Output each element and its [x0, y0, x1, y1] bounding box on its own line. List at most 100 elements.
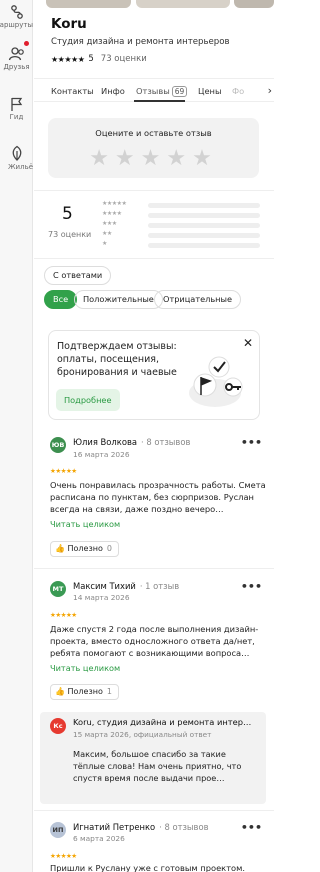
- filter-with-answers[interactable]: С ответами: [44, 266, 112, 285]
- tab-photos[interactable]: Фо: [232, 86, 244, 96]
- rating-count: 73 оценки: [100, 54, 147, 64]
- more-options-icon[interactable]: •••: [241, 436, 262, 449]
- review-text: Очень понравилась прозрачность работы. С…: [50, 480, 266, 514]
- distribution-bar: [148, 203, 260, 208]
- divider: [34, 258, 274, 259]
- reviewer-meta: · 1 отзыв: [139, 581, 180, 591]
- rating-value: 5: [88, 54, 94, 64]
- divider: [34, 190, 274, 191]
- read-more-link[interactable]: Читать целиком: [50, 663, 120, 673]
- review-stars: ★★★★★: [50, 467, 77, 475]
- reviewer-meta: · 8 отзывов: [159, 822, 209, 832]
- tab-prices[interactable]: Цены: [198, 86, 222, 96]
- distribution-stars: ★★★★★: [102, 200, 127, 207]
- distribution-stars: ★★: [102, 230, 112, 237]
- tab-reviews[interactable]: Отзывы 69: [136, 86, 188, 97]
- distribution-stars: ★: [102, 240, 107, 247]
- tab-contacts[interactable]: Контакты: [51, 86, 94, 96]
- more-options-icon[interactable]: •••: [241, 821, 262, 834]
- reviewer-name-text: Юлия Волкова: [73, 437, 138, 447]
- useful-button[interactable]: 👍 Полезно 1: [50, 684, 119, 700]
- reviewer-name[interactable]: Игнатий Петренко · 8 отзывов: [73, 822, 209, 832]
- reviewer-meta: · 8 отзывов: [141, 437, 191, 447]
- filter-negative[interactable]: Отрицательные: [154, 290, 242, 309]
- distribution-bar: [148, 233, 260, 238]
- place-rating[interactable]: ★★★★★ 5 73 оценки: [51, 54, 147, 64]
- promo-illustration: [189, 356, 243, 407]
- distribution-bar: [148, 223, 260, 228]
- place-card-panel: Koru Студия дизайна и ремонта интерьеров…: [34, 0, 274, 872]
- distribution-stars: ★★★: [102, 220, 117, 227]
- reviewer-name-text: Игнатий Петренко: [73, 822, 156, 832]
- active-tab-indicator: [134, 100, 185, 102]
- review-date: 14 марта 2026: [73, 593, 130, 602]
- routes-icon: [10, 5, 23, 19]
- chevron-right-icon[interactable]: ›: [268, 84, 272, 97]
- read-more-link[interactable]: Читать целиком: [50, 519, 120, 529]
- reviewer-name[interactable]: Максим Тихий · 1 отзыв: [73, 581, 179, 591]
- housing-icon: [12, 145, 21, 161]
- filter-positive[interactable]: Положительные: [74, 290, 163, 309]
- review-text: Даже спустя 2 года после выполнения диза…: [50, 624, 259, 658]
- distribution-bar: [148, 213, 260, 218]
- thumbs-up-icon: 👍: [55, 687, 65, 696]
- reply-text: Максим, большое спасибо за такие тёплые …: [73, 749, 242, 783]
- tab-reviews-label: Отзывы: [136, 86, 170, 96]
- place-title: Koru: [51, 16, 87, 32]
- review-stars: ★★★★★: [50, 852, 77, 860]
- rail-guide-label: Гид: [9, 113, 24, 121]
- review-stars: ★★★★★: [50, 611, 77, 619]
- summary-count: 73 оценки: [48, 230, 92, 239]
- rail-friends-label: Друзья: [3, 63, 30, 71]
- reviews-count-badge: 69: [171, 86, 188, 97]
- reviewer-name[interactable]: Юлия Волкова · 8 отзывов: [73, 437, 190, 447]
- side-rail: маршруты Друзья Гид Жильё: [0, 0, 33, 872]
- review-date: 6 марта 2026: [73, 834, 125, 843]
- distribution-stars: ★★★★: [102, 210, 122, 217]
- more-options-icon[interactable]: •••: [241, 580, 262, 593]
- owner-avatar[interactable]: Кс: [50, 718, 66, 734]
- useful-count: 0: [106, 544, 112, 553]
- notification-dot: [24, 41, 29, 46]
- rate-box: Оцените и оставьте отзыв ★★★★★: [48, 118, 259, 178]
- avatar[interactable]: ЮВ: [50, 437, 66, 453]
- gallery-photo[interactable]: [46, 0, 131, 8]
- useful-label: Полезно: [67, 544, 103, 553]
- rail-housing-label: Жильё: [8, 163, 33, 171]
- rating-stars: ★★★★★: [51, 54, 85, 64]
- reviewer-name-text: Максим Тихий: [73, 581, 136, 591]
- avatar[interactable]: ИП: [50, 822, 66, 838]
- owner-reply: Кс Koru, студия дизайна и ремонта интер……: [40, 712, 266, 804]
- owner-name[interactable]: Koru, студия дизайна и ремонта интер…: [73, 717, 258, 727]
- reply-date: 15 марта 2026, официальный ответ: [73, 730, 212, 739]
- tabs-bar: Контакты Инфо Отзывы 69 Цены Фо ›: [34, 78, 274, 102]
- gallery-photo[interactable]: [234, 0, 274, 8]
- divider: [34, 810, 274, 811]
- place-subtitle: Студия дизайна и ремонта интерьеров: [51, 37, 230, 47]
- promo-text: Подтверждаем отзывы: оплаты, посещения, …: [57, 341, 177, 378]
- rail-housing[interactable]: Жильё: [0, 145, 33, 171]
- avatar[interactable]: МТ: [50, 581, 66, 597]
- summary-score: 5: [62, 204, 73, 224]
- filter-all[interactable]: Все: [44, 290, 78, 309]
- rail-routes[interactable]: маршруты: [0, 4, 33, 29]
- verified-reviews-promo: Подтверждаем отзывы: оплаты, посещения, …: [48, 330, 260, 420]
- tab-info[interactable]: Инфо: [101, 86, 125, 96]
- rate-question: Оцените и оставьте отзыв: [95, 128, 212, 138]
- review-text: Пришли к Руслану уже с готовым проектом.: [50, 863, 246, 872]
- divider: [34, 568, 274, 569]
- rail-routes-label: маршруты: [0, 21, 33, 29]
- rate-stars-input[interactable]: ★★★★★: [48, 146, 259, 171]
- guide-flag-icon: [10, 97, 22, 111]
- friends-icon: [8, 47, 24, 61]
- rail-friends[interactable]: Друзья: [0, 46, 33, 71]
- rail-guide[interactable]: Гид: [0, 96, 33, 121]
- useful-button[interactable]: 👍 Полезно 0: [50, 541, 119, 557]
- useful-label: Полезно: [67, 687, 103, 696]
- promo-more-button[interactable]: Подробнее: [56, 389, 120, 411]
- useful-count: 1: [106, 687, 112, 696]
- distribution-bar: [148, 243, 260, 248]
- review-date: 16 марта 2026: [73, 450, 130, 459]
- thumbs-up-icon: 👍: [55, 544, 65, 553]
- gallery-photo[interactable]: [136, 0, 230, 8]
